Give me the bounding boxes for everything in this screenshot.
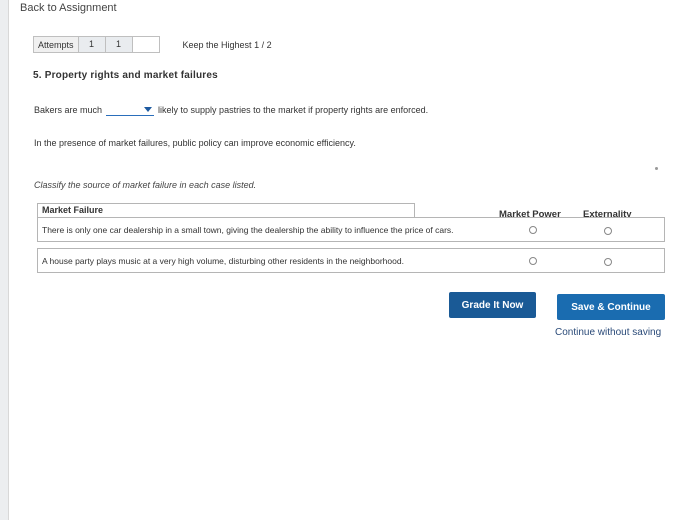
assignment-page: Back to Assignment Attempts 1 1 Keep the… — [8, 0, 700, 520]
attempts-label: Attempts — [33, 36, 79, 53]
save-and-continue-button[interactable]: Save & Continue — [557, 294, 665, 320]
attempt-box-1: 1 — [78, 36, 106, 53]
sentence-before: Bakers are much — [34, 105, 103, 115]
sentence-after: likely to supply pastries to the market … — [158, 105, 429, 115]
back-to-assignment-link[interactable]: Back to Assignment — [20, 2, 117, 14]
row-description: There is only one car dealership in a sm… — [42, 225, 454, 235]
externality-radio[interactable] — [604, 227, 612, 235]
decorative-dot — [655, 167, 658, 170]
attempt-box-2: 1 — [105, 36, 133, 53]
continue-without-saving-link[interactable]: Continue without saving — [555, 327, 661, 338]
attempt-box-3 — [132, 36, 160, 53]
policy-statement: In the presence of market failures, publ… — [34, 138, 356, 148]
market-failure-header: Market Failure — [37, 203, 415, 217]
market-power-radio[interactable] — [529, 226, 537, 234]
instruction-text: Classify the source of market failure in… — [34, 180, 257, 190]
keep-highest-label: Keep the Highest 1 / 2 — [182, 39, 272, 50]
market-power-radio[interactable] — [529, 257, 537, 265]
likelihood-dropdown[interactable] — [106, 104, 155, 116]
row-description: A house party plays music at a very high… — [42, 256, 404, 266]
grade-it-now-button[interactable]: Grade It Now — [449, 292, 536, 318]
table-row: A house party plays music at a very high… — [37, 248, 665, 273]
question-sentence: Bakers are much likely to supply pastrie… — [34, 104, 428, 116]
table-row: There is only one car dealership in a sm… — [37, 217, 665, 242]
attempts-row: Attempts 1 1 Keep the Highest 1 / 2 — [33, 36, 272, 53]
classification-table: Market Failure Market Power Externality … — [37, 203, 665, 273]
chevron-down-icon — [144, 107, 153, 112]
question-title: 5. Property rights and market failures — [33, 70, 218, 81]
externality-radio[interactable] — [604, 258, 612, 266]
